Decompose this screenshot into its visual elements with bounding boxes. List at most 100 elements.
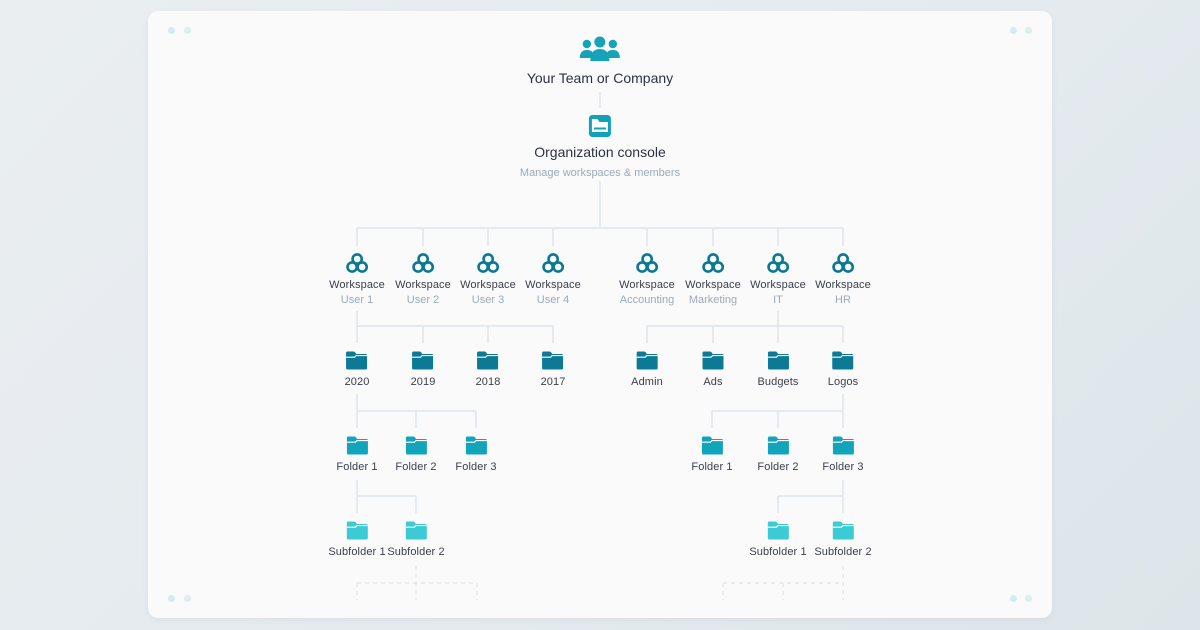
folder-node-label: 2018	[475, 376, 501, 388]
workspace-icon	[542, 253, 564, 273]
workspace-icon	[832, 253, 854, 273]
folder-icon	[405, 436, 427, 455]
subfolder-node-label: Folder 2	[395, 461, 437, 473]
workspace-sublabel: User 4	[536, 294, 570, 306]
folder-node[interactable]: Ads	[702, 351, 724, 388]
workspace-sublabel: IT	[773, 294, 783, 306]
workspace-label: Workspace	[815, 279, 871, 291]
subfolder-node[interactable]: Folder 3	[822, 436, 863, 473]
decor-dot	[1025, 27, 1032, 34]
console-node[interactable]: Organization console Manage workspaces &…	[520, 114, 680, 179]
workspace-node[interactable]: Workspace User 1	[329, 252, 385, 306]
folder-icon	[346, 351, 368, 370]
workspace-label: Workspace	[329, 279, 385, 291]
workspace-label: Workspace	[750, 279, 806, 291]
folder-node-label: 2019	[410, 376, 436, 388]
workspace-icon	[767, 253, 789, 273]
decor-dot	[1010, 595, 1017, 602]
folder-icon	[832, 436, 854, 455]
folder-node[interactable]: 2019	[411, 351, 436, 388]
folder-icon	[636, 351, 658, 370]
workspace-sublabel: User 2	[406, 294, 440, 306]
subsubfolder-node-label: Subfolder 1	[328, 546, 386, 558]
subfolder-node[interactable]: Folder 1	[691, 436, 732, 473]
decor-dot	[168, 27, 175, 34]
folder-node-label: Budgets	[757, 376, 799, 388]
workspace-sublabel: Marketing	[688, 294, 738, 306]
folder-icon	[767, 521, 789, 540]
console-icon	[589, 115, 611, 137]
console-label: Organization console	[534, 144, 666, 160]
folder-icon	[405, 521, 427, 540]
subsubfolder-node-label: Subfolder 2	[814, 546, 872, 558]
folder-icon	[767, 351, 789, 370]
workspace-node[interactable]: Workspace Marketing	[685, 252, 741, 306]
subfolder-node-label: Folder 3	[822, 461, 864, 473]
workspace-sublabel: Accounting	[619, 294, 675, 306]
team-icon	[580, 36, 620, 61]
subsubfolder-node-label: Subfolder 2	[387, 546, 445, 558]
subfolder-node[interactable]: Folder 3	[455, 436, 496, 473]
folder-icon	[465, 436, 487, 455]
folder-node[interactable]: 2020	[345, 351, 370, 388]
decor-dot	[184, 27, 191, 34]
workspace-icon	[477, 253, 499, 273]
workspace-sublabel: User 1	[340, 294, 374, 306]
subfolder-node-label: Folder 1	[336, 461, 378, 473]
decor-dot	[184, 595, 191, 602]
subfolder-node-label: Folder 1	[691, 461, 733, 473]
subfolder-node[interactable]: Folder 2	[757, 436, 798, 473]
workspace-node[interactable]: Workspace User 2	[395, 252, 451, 306]
workspace-label: Workspace	[525, 279, 581, 291]
folder-node-label: 2020	[344, 376, 370, 388]
root-node[interactable]: Your Team or Company	[527, 36, 673, 86]
workspace-icon	[412, 253, 434, 273]
subsubfolder-node[interactable]: Subfolder 1	[328, 521, 386, 558]
workspace-node[interactable]: Workspace Accounting	[619, 252, 675, 306]
workspace-label: Workspace	[395, 279, 451, 291]
subfolder-node-label: Folder 3	[455, 461, 497, 473]
folder-node-label: Ads	[703, 376, 723, 388]
workspace-label: Workspace	[460, 279, 516, 291]
subfolder-node-label: Folder 2	[757, 461, 799, 473]
folder-node[interactable]: 2017	[541, 351, 566, 388]
folder-node-label: 2017	[540, 376, 566, 388]
subsubfolder-node-label: Subfolder 1	[749, 546, 807, 558]
workspace-node[interactable]: Workspace User 4	[525, 252, 581, 306]
console-sublabel: Manage workspaces & members	[519, 167, 681, 179]
folder-icon	[701, 436, 723, 455]
subfolder-node[interactable]: Folder 1	[336, 436, 377, 473]
workspace-node[interactable]: Workspace IT	[750, 252, 806, 306]
workspace-icon	[346, 253, 368, 273]
workspace-sublabel: HR	[835, 294, 851, 306]
workspace-icon	[702, 253, 724, 273]
folder-node[interactable]: Budgets	[757, 351, 798, 388]
workspace-node[interactable]: Workspace HR	[815, 252, 871, 306]
folder-icon	[346, 436, 368, 455]
root-label: Your Team or Company	[526, 70, 674, 86]
subfolder-node[interactable]: Folder 2	[395, 436, 436, 473]
workspace-sublabel: User 3	[471, 294, 505, 306]
subsubfolder-node[interactable]: Subfolder 1	[749, 521, 807, 558]
folder-icon	[702, 351, 724, 370]
decor-dot	[168, 595, 175, 602]
folder-icon	[767, 436, 789, 455]
subsubfolder-node[interactable]: Subfolder 2	[814, 521, 872, 558]
folder-icon	[832, 521, 854, 540]
diagram-card	[148, 11, 1052, 618]
workspace-label: Workspace	[619, 279, 675, 291]
subsubfolder-node[interactable]: Subfolder 2	[387, 521, 445, 558]
folder-node[interactable]: Admin	[631, 351, 663, 388]
folder-icon	[477, 351, 499, 370]
folder-icon	[832, 351, 854, 370]
folder-node-label: Admin	[631, 376, 663, 388]
workspace-label: Workspace	[685, 279, 741, 291]
workspace-node[interactable]: Workspace User 3	[460, 252, 516, 306]
decor-dot	[1025, 595, 1032, 602]
folder-icon	[542, 351, 564, 370]
folder-node[interactable]: Logos	[828, 351, 858, 388]
folder-icon	[412, 351, 434, 370]
folder-node[interactable]: 2018	[476, 351, 501, 388]
workspace-icon	[636, 253, 658, 273]
folder-node-label: Logos	[827, 376, 859, 388]
